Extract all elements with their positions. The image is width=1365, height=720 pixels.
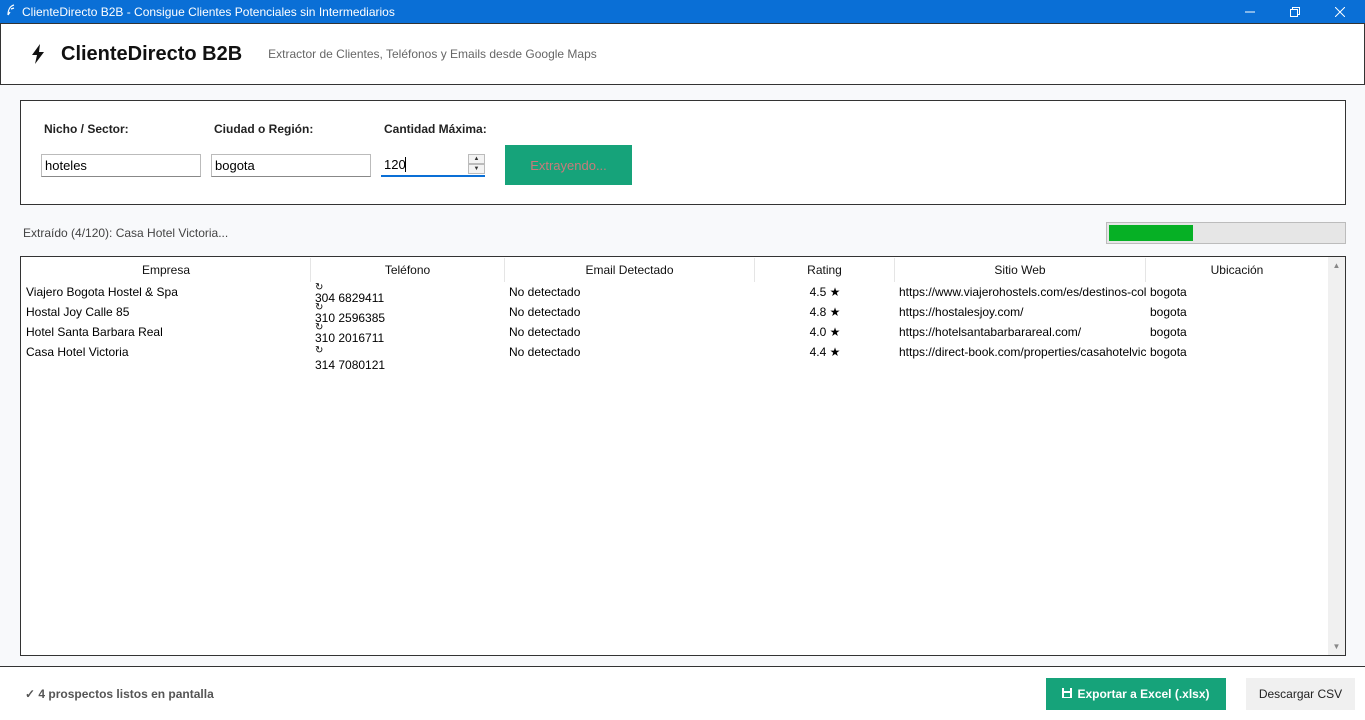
cell-rating: 4.0 ★ [809, 325, 841, 339]
progress-bar [1106, 222, 1346, 244]
max-quantity-value: 120 [384, 157, 406, 172]
table-header: Empresa Teléfono Email Detectado Rating … [22, 258, 1328, 282]
status-text: Extraído (4/120): Casa Hotel Victoria... [23, 226, 229, 240]
app-subtitle: Extractor de Clientes, Teléfonos y Email… [268, 47, 597, 61]
scroll-down-icon[interactable]: ▼ [1328, 638, 1345, 655]
spin-arrows: ▲ ▼ [468, 154, 485, 175]
cell-telefono: ↻ 314 7080121 [311, 342, 505, 374]
cell-empresa: Casa Hotel Victoria [26, 345, 129, 359]
extract-button[interactable]: Extrayendo... [505, 145, 632, 185]
footer-bar: ✓ 4 prospectos listos en pantalla Export… [0, 666, 1365, 720]
export-excel-button[interactable]: Exportar a Excel (.xlsx) [1046, 678, 1226, 710]
column-header-ubicacion[interactable]: Ubicación [1146, 258, 1328, 282]
table-row[interactable]: Viajero Bogota Hostel & Spa ↻ 304 6829411… [22, 282, 1328, 302]
cell-rating: 4.8 ★ [809, 305, 841, 319]
cell-empresa: Viajero Bogota Hostel & Spa [26, 285, 178, 299]
cell-telefono: ↻ 310 2596385 [311, 302, 505, 322]
cell-ubicacion: bogota [1150, 285, 1187, 299]
cell-web: https://hotelsantabarbarareal.com/ [899, 325, 1082, 339]
cell-web: https://direct-book.com/properties/casah… [899, 345, 1146, 359]
cell-empresa: Hotel Santa Barbara Real [26, 325, 163, 339]
vertical-scrollbar[interactable]: ▲ ▼ [1328, 257, 1345, 655]
text-caret [405, 157, 406, 172]
search-form: Nicho / Sector: Ciudad o Región: Cantida… [20, 100, 1346, 205]
app-header: ClienteDirecto B2B Extractor de Clientes… [0, 23, 1365, 85]
column-header-empresa[interactable]: Empresa [22, 258, 311, 282]
restore-button[interactable] [1272, 0, 1318, 23]
scroll-up-icon[interactable]: ▲ [1328, 257, 1345, 274]
spin-up-icon[interactable]: ▲ [468, 154, 485, 164]
cell-ubicacion: bogota [1150, 325, 1187, 339]
column-header-rating[interactable]: Rating [755, 258, 895, 282]
cell-email: No detectado [509, 305, 581, 319]
minimize-button[interactable] [1227, 0, 1273, 23]
phone-refresh-icon: ↻ [315, 345, 324, 356]
cell-email: No detectado [509, 325, 581, 339]
footer-message: ✓ 4 prospectos listos en pantalla [25, 687, 214, 701]
save-icon [1062, 687, 1073, 701]
app-name: ClienteDirecto B2B [61, 42, 243, 65]
cell-empresa: Hostal Joy Calle 85 [26, 305, 130, 319]
cell-telefono: ↻ 310 2016711 [311, 322, 505, 342]
column-header-web[interactable]: Sitio Web [895, 258, 1146, 282]
column-header-email[interactable]: Email Detectado [505, 258, 755, 282]
cell-email: No detectado [509, 285, 581, 299]
cell-rating: 4.4 ★ [809, 345, 841, 359]
cell-email: No detectado [509, 345, 581, 359]
cell-web: https://hostalesjoy.com/ [899, 305, 1024, 319]
spin-down-icon[interactable]: ▼ [468, 164, 485, 174]
max-quantity-spinbox[interactable]: 120 ▲ ▼ [381, 154, 485, 177]
cell-ubicacion: bogota [1150, 305, 1187, 319]
table-row[interactable]: Casa Hotel Victoria ↻ 314 7080121 No dete… [22, 342, 1328, 374]
max-label: Cantidad Máxima: [384, 122, 487, 136]
close-button[interactable] [1317, 0, 1363, 23]
feather-icon [0, 4, 22, 19]
window-title: ClienteDirecto B2B - Consigue Clientes P… [22, 4, 395, 19]
niche-input[interactable] [41, 154, 201, 177]
download-csv-button[interactable]: Descargar CSV [1246, 678, 1355, 710]
cell-rating: 4.5 ★ [809, 285, 841, 299]
results-table: Empresa Teléfono Email Detectado Rating … [20, 256, 1346, 656]
cell-web: https://www.viajerohostels.com/es/destin… [899, 285, 1146, 299]
bolt-icon [31, 44, 49, 64]
cell-ubicacion: bogota [1150, 345, 1187, 359]
cell-telefono: ↻ 304 6829411 [311, 282, 505, 302]
table-row[interactable]: Hostal Joy Calle 85 ↻ 310 2596385 No dete… [22, 302, 1328, 322]
city-input[interactable] [211, 154, 371, 177]
export-excel-label: Exportar a Excel (.xlsx) [1077, 687, 1210, 701]
title-bar: ClienteDirecto B2B - Consigue Clientes P… [0, 0, 1365, 23]
progress-fill [1109, 225, 1193, 241]
niche-label: Nicho / Sector: [44, 122, 129, 136]
column-header-telefono[interactable]: Teléfono [311, 258, 505, 282]
table-row[interactable]: Hotel Santa Barbara Real ↻ 310 2016711 No… [22, 322, 1328, 342]
check-icon: ✓ [25, 687, 39, 701]
city-label: Ciudad o Región: [214, 122, 314, 136]
